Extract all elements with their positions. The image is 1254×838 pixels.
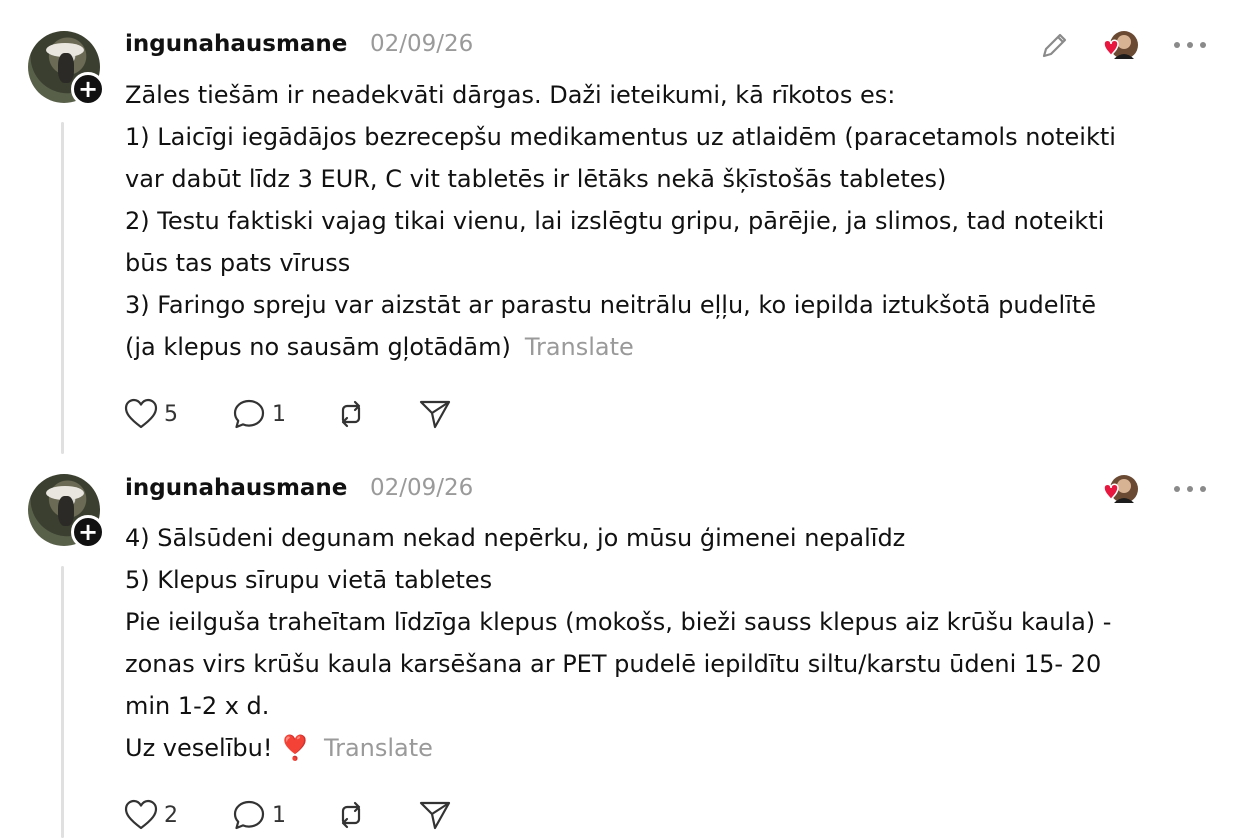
- more-horizontal-icon[interactable]: [1174, 484, 1206, 494]
- post-text-line-last: Uz veselību! ❣️ Translate: [125, 727, 1215, 769]
- action-bar: 2 1: [124, 795, 496, 835]
- username[interactable]: ingunahausmane: [125, 31, 347, 57]
- reply-count: 1: [272, 802, 286, 828]
- post-body: Zāles tiešām ir neadekvāti dārgas. Daži …: [125, 74, 1215, 368]
- post-date: 02/09/26: [370, 475, 474, 501]
- post: + ingunahausmane 02/09/26 4) Sālsūdeni d…: [0, 462, 1254, 838]
- post-text-line: Zāles tiešām ir neadekvāti dārgas. Daži …: [125, 81, 896, 109]
- post-text-line: 5) Klepus sīrupu vietā tabletes: [125, 566, 493, 594]
- post-date: 02/09/26: [370, 31, 474, 57]
- reply-button[interactable]: 1: [232, 398, 294, 430]
- paper-plane-icon: [419, 801, 451, 830]
- share-button[interactable]: [418, 799, 452, 831]
- action-bar: 5 1: [124, 394, 496, 434]
- post-text-line: zonas virs krūšu kaula karsēšana ar PET …: [125, 650, 1102, 678]
- post: + ingunahausmane 02/09/26 Zāles tiešām i…: [0, 0, 1254, 460]
- heart-outline-icon: [124, 799, 158, 830]
- post-body: 4) Sālsūdeni degunam nekad nepērku, jo m…: [125, 517, 1215, 769]
- plus-icon: +: [77, 75, 99, 103]
- post-text: (ja klepus no sausām gļotādām): [125, 333, 511, 361]
- repost-button[interactable]: [334, 398, 370, 430]
- post-text-line: var dabūt līdz 3 EUR, C vit tabletēs ir …: [125, 165, 947, 193]
- liked-by-author-avatar: [1103, 475, 1138, 503]
- repost-icon: [341, 801, 361, 829]
- plus-icon: +: [77, 518, 99, 546]
- post-text-line: min 1-2 x d.: [125, 692, 270, 720]
- like-button[interactable]: 5: [124, 398, 190, 430]
- follow-button[interactable]: +: [71, 72, 105, 106]
- reply-count: 1: [272, 401, 286, 427]
- post-text-line: 2) Testu faktiski vajag tikai vienu, lai…: [125, 207, 1105, 235]
- repost-button[interactable]: [334, 799, 370, 831]
- post-text-line: 3) Faringo spreju var aizstāt ar parastu…: [125, 291, 1097, 319]
- reply-button[interactable]: 1: [232, 799, 294, 831]
- post-text-line-last: (ja klepus no sausām gļotādām) Translate: [125, 326, 1215, 368]
- paper-plane-icon: [419, 400, 451, 429]
- more-horizontal-icon[interactable]: [1174, 40, 1206, 50]
- thread-line: [61, 122, 64, 454]
- thread-line: [61, 566, 64, 838]
- avatar-figure: [58, 53, 74, 83]
- pencil-icon[interactable]: [1038, 28, 1072, 62]
- follow-button[interactable]: +: [71, 515, 105, 549]
- like-count: 5: [164, 401, 178, 427]
- post-text: Uz veselību! ❣️: [125, 734, 310, 762]
- post-text-line: būs tas pats vīruss: [125, 249, 351, 277]
- speech-bubble-icon: [233, 399, 265, 429]
- share-button[interactable]: [418, 398, 452, 430]
- translate-link[interactable]: Translate: [324, 734, 433, 762]
- avatar-figure: [58, 496, 74, 526]
- like-count: 2: [164, 802, 178, 828]
- username[interactable]: ingunahausmane: [125, 475, 347, 501]
- post-text-line: 4) Sālsūdeni degunam nekad nepērku, jo m…: [125, 524, 906, 552]
- repost-icon: [341, 400, 361, 428]
- post-text-line: Pie ieilguša traheītam līdzīga klepus (m…: [125, 608, 1112, 636]
- post-text-line: 1) Laicīgi iegādājos bezrecepšu medikame…: [125, 123, 1116, 151]
- heart-outline-icon: [124, 398, 158, 429]
- like-button[interactable]: 2: [124, 799, 190, 831]
- speech-bubble-icon: [233, 800, 265, 830]
- translate-link[interactable]: Translate: [525, 333, 634, 361]
- liked-by-author-avatar: [1103, 31, 1138, 59]
